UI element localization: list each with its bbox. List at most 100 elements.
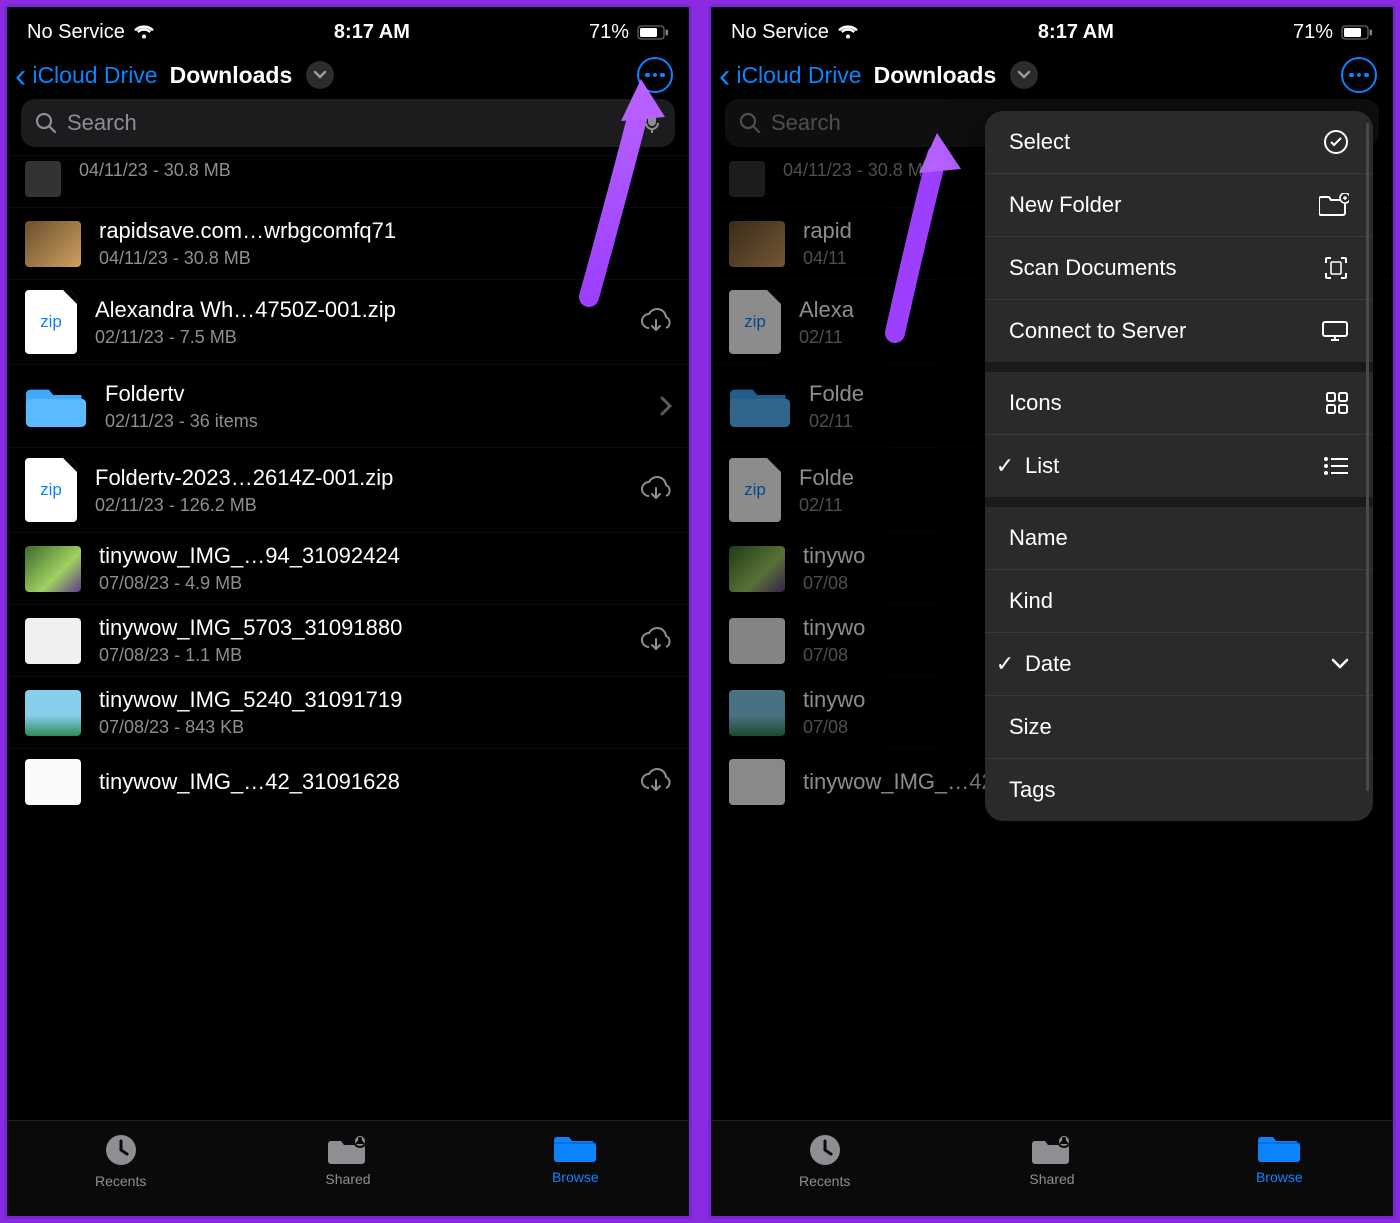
menu-sort-name[interactable]: Name [985, 507, 1373, 569]
file-name: Foldertv-2023…2614Z-001.zip [95, 465, 621, 491]
file-meta: 04/11/23 - 30.8 MB [79, 160, 673, 181]
menu-new-folder[interactable]: New Folder [985, 174, 1373, 236]
tab-shared[interactable]: Shared [938, 1121, 1165, 1216]
file-row[interactable]: zip Alexandra Wh…4750Z-001.zip 02/11/23 … [7, 279, 689, 364]
back-button[interactable]: iCloud Drive [736, 62, 861, 89]
image-thumbnail [729, 759, 785, 805]
service-status: No Service [731, 21, 829, 44]
title-dropdown-button[interactable] [1010, 61, 1038, 89]
file-meta: 07/08/23 - 843 KB [99, 717, 673, 738]
title-dropdown-button[interactable] [306, 61, 334, 89]
select-circle-icon [1323, 129, 1349, 155]
file-row[interactable]: Foldertv 02/11/23 - 36 items [7, 364, 689, 447]
download-cloud-icon[interactable] [639, 768, 673, 796]
file-name: tinywow_IMG_…42_31091628 [99, 769, 621, 795]
browse-folder-icon [554, 1131, 596, 1165]
tab-browse[interactable]: Browse [1166, 1121, 1393, 1216]
file-row[interactable]: zip Foldertv-2023…2614Z-001.zip 02/11/23… [7, 447, 689, 532]
file-row[interactable]: 04/11/23 - 30.8 MB [7, 155, 689, 207]
dictation-icon[interactable] [643, 111, 661, 135]
menu-scan-documents[interactable]: Scan Documents [985, 237, 1373, 299]
image-thumbnail [729, 161, 765, 197]
battery-pct: 71% [1293, 21, 1333, 44]
menu-sort-date[interactable]: ✓ Date [985, 633, 1373, 695]
battery-icon [1341, 25, 1373, 40]
nav-bar: ‹ iCloud Drive Downloads [7, 51, 689, 95]
clock-icon [102, 1131, 140, 1169]
menu-select[interactable]: Select [985, 111, 1373, 173]
shared-folder-icon [1031, 1131, 1073, 1167]
status-bar: No Service 8:17 AM 71% [7, 7, 689, 51]
folder-icon [729, 375, 791, 437]
file-meta: 04/11/23 - 30.8 MB [99, 248, 673, 269]
image-thumbnail [25, 618, 81, 664]
more-options-button[interactable] [1341, 57, 1377, 93]
nav-bar: ‹ iCloud Drive Downloads [711, 51, 1393, 95]
menu-view-list[interactable]: ✓ List [985, 435, 1373, 497]
download-cloud-icon[interactable] [639, 476, 673, 504]
shared-folder-icon [327, 1131, 369, 1167]
file-meta: 07/08/23 - 1.1 MB [99, 645, 621, 666]
zip-file-icon: zip [25, 458, 77, 522]
download-cloud-icon[interactable] [639, 308, 673, 336]
file-row[interactable]: tinywow_IMG_…42_31091628 [7, 748, 689, 805]
server-icon [1321, 319, 1349, 343]
file-name: Alexandra Wh…4750Z-001.zip [95, 297, 621, 323]
search-icon [739, 112, 761, 134]
phone-right: No Service 8:17 AM 71% ‹ iCloud Drive Do… [708, 4, 1396, 1219]
folder-icon [25, 375, 87, 437]
zip-file-icon: zip [25, 290, 77, 354]
service-status: No Service [27, 21, 125, 44]
menu-sort-tags[interactable]: Tags [985, 759, 1373, 821]
file-name: tinywow_IMG_5703_31091880 [99, 615, 621, 641]
check-icon: ✓ [993, 651, 1017, 677]
tab-recents[interactable]: Recents [7, 1121, 234, 1216]
back-button[interactable]: iCloud Drive [32, 62, 157, 89]
menu-connect-server[interactable]: Connect to Server [985, 300, 1373, 362]
file-meta: 07/08/23 - 4.9 MB [99, 573, 673, 594]
page-title: Downloads [170, 62, 293, 89]
file-list[interactable]: 04/11/23 - 30.8 MB rapidsave.com…wrbgcom… [7, 155, 689, 1120]
search-field[interactable]: Search [21, 99, 675, 147]
file-row[interactable]: tinywow_IMG_…94_31092424 07/08/23 - 4.9 … [7, 532, 689, 604]
status-bar: No Service 8:17 AM 71% [711, 7, 1393, 51]
menu-view-icons[interactable]: Icons [985, 372, 1373, 434]
check-icon: ✓ [993, 453, 1017, 479]
menu-sort-kind[interactable]: Kind [985, 570, 1373, 632]
chevron-down-icon [1331, 658, 1349, 670]
tab-browse[interactable]: Browse [462, 1121, 689, 1216]
zip-file-icon: zip [729, 458, 781, 522]
file-meta: 02/11/23 - 7.5 MB [95, 327, 621, 348]
file-meta: 02/11/23 - 36 items [105, 411, 641, 432]
chevron-right-icon [659, 395, 673, 417]
image-thumbnail [729, 690, 785, 736]
tab-bar: Recents Shared Browse [7, 1120, 689, 1216]
more-options-button[interactable] [637, 57, 673, 93]
search-icon [35, 112, 57, 134]
file-name: Foldertv [105, 381, 641, 407]
file-row[interactable]: tinywow_IMG_5240_31091719 07/08/23 - 843… [7, 676, 689, 748]
clock: 8:17 AM [334, 21, 410, 44]
file-row[interactable]: tinywow_IMG_5703_31091880 07/08/23 - 1.1… [7, 604, 689, 676]
back-chevron-icon[interactable]: ‹ [15, 64, 26, 86]
file-name: tinywow_IMG_5240_31091719 [99, 687, 673, 713]
list-icon [1323, 456, 1349, 476]
tab-bar: Recents Shared Browse [711, 1120, 1393, 1216]
new-folder-icon [1319, 193, 1349, 217]
image-thumbnail [25, 690, 81, 736]
grid-icon [1325, 391, 1349, 415]
image-thumbnail [729, 221, 785, 267]
battery-pct: 71% [589, 21, 629, 44]
options-menu: Select New Folder Scan Documents Connect… [985, 111, 1373, 821]
menu-scrollbar[interactable] [1366, 123, 1369, 791]
tab-shared[interactable]: Shared [234, 1121, 461, 1216]
browse-folder-icon [1258, 1131, 1300, 1165]
back-chevron-icon[interactable]: ‹ [719, 64, 730, 86]
tab-recents[interactable]: Recents [711, 1121, 938, 1216]
file-name: tinywow_IMG_…94_31092424 [99, 543, 673, 569]
image-thumbnail [25, 759, 81, 805]
download-cloud-icon[interactable] [639, 627, 673, 655]
phone-left: No Service 8:17 AM 71% ‹ iCloud Drive Do… [4, 4, 692, 1219]
menu-sort-size[interactable]: Size [985, 696, 1373, 758]
file-row[interactable]: rapidsave.com…wrbgcomfq71 04/11/23 - 30.… [7, 207, 689, 279]
